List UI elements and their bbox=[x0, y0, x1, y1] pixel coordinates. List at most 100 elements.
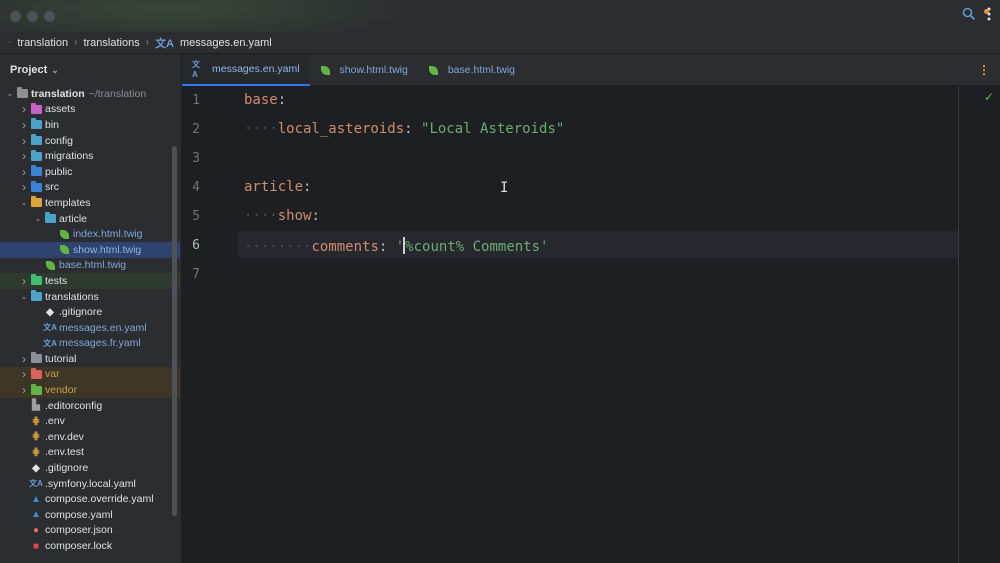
code-editor[interactable]: 1234567 base: ····local_asteroids: "Local… bbox=[182, 86, 1000, 563]
chevron-down-icon[interactable]: ⌄ bbox=[18, 292, 30, 301]
folder-icon bbox=[30, 196, 42, 208]
tree-item[interactable]: ⌄ article bbox=[0, 211, 180, 227]
project-view-selector[interactable]: Project ⌄ bbox=[0, 54, 181, 86]
tree-item[interactable]: show.html.twig bbox=[0, 241, 180, 258]
chevron-right-icon[interactable]: › bbox=[18, 118, 30, 132]
tree-item-label: assets bbox=[45, 103, 76, 116]
chevron-right-icon[interactable]: › bbox=[18, 149, 30, 163]
window-minimize-button[interactable] bbox=[27, 11, 38, 22]
chevron-right-icon[interactable]: › bbox=[18, 102, 30, 116]
chevron-down-icon[interactable]: ⌄ bbox=[18, 198, 30, 207]
gitignore-file-icon: ◆ bbox=[32, 462, 40, 474]
check-icon[interactable]: ✓ bbox=[984, 90, 994, 104]
tree-item[interactable]: › config bbox=[0, 133, 180, 149]
tree-item-label: messages.fr.yaml bbox=[59, 337, 141, 350]
tab-show-html-twig[interactable]: show.html.twig bbox=[310, 54, 418, 86]
breadcrumb-item-project[interactable]: translation bbox=[17, 37, 68, 49]
code-line[interactable]: ········comments: '%count% Comments' bbox=[244, 237, 548, 255]
tree-item[interactable]: base.html.twig bbox=[0, 258, 180, 274]
tree-item-label: messages.en.yaml bbox=[59, 321, 147, 334]
tree-item[interactable]: ▲ compose.override.yaml bbox=[0, 491, 180, 507]
tree-item[interactable]: 文A .symfony.local.yaml bbox=[0, 476, 180, 492]
tree-item[interactable]: › var bbox=[0, 366, 180, 383]
tree-item[interactable]: ▲ compose.yaml bbox=[0, 507, 180, 523]
tree-item[interactable]: ⋕ .env.test bbox=[0, 445, 180, 461]
breadcrumb-item-file[interactable]: messages.en.yaml bbox=[180, 37, 272, 49]
breadcrumb-item-folder[interactable]: translations bbox=[83, 37, 139, 49]
tree-item[interactable]: ⌄ translation ~/translation bbox=[0, 86, 180, 102]
tree-item[interactable]: › tutorial bbox=[0, 351, 180, 367]
window-close-button[interactable] bbox=[10, 11, 21, 22]
tree-item[interactable]: ■ composer.lock bbox=[0, 538, 180, 554]
search-icon[interactable] bbox=[962, 7, 976, 21]
yaml-colon: : bbox=[378, 239, 396, 255]
composer-file-icon: ● bbox=[32, 524, 40, 536]
tree-item[interactable]: ● composer.json bbox=[0, 523, 180, 539]
tree-item[interactable]: › tests bbox=[0, 273, 180, 289]
tab-base-html-twig[interactable]: base.html.twig bbox=[418, 54, 525, 86]
twig-file-icon bbox=[58, 229, 70, 239]
tree-item-label: public bbox=[45, 165, 73, 178]
chevron-right-icon[interactable]: › bbox=[18, 383, 30, 397]
indent-guide: ········ bbox=[244, 239, 312, 255]
lock-file-icon: ■ bbox=[32, 540, 40, 552]
tree-item[interactable]: index.html.twig bbox=[0, 226, 180, 242]
breadcrumb: · translation › translations › 文A messag… bbox=[0, 32, 1000, 54]
folder-icon bbox=[30, 102, 42, 114]
chevron-right-icon[interactable]: › bbox=[18, 165, 30, 179]
tree-item-label: translations bbox=[45, 290, 99, 303]
code-line[interactable]: ····local_asteroids: "Local Asteroids" bbox=[244, 121, 564, 137]
chevron-right-icon: › bbox=[145, 37, 150, 48]
tree-item[interactable]: ⋕ .env bbox=[0, 413, 180, 429]
tree-item[interactable]: › public bbox=[0, 164, 180, 180]
tree-item[interactable]: ◆ .gitignore bbox=[0, 304, 180, 320]
tree-item[interactable]: › assets bbox=[0, 102, 180, 118]
chevron-right-icon[interactable]: › bbox=[18, 134, 30, 148]
twig-file-icon bbox=[58, 245, 70, 255]
chevron-right-icon[interactable]: › bbox=[18, 180, 30, 194]
tab-label: messages.en.yaml bbox=[212, 63, 300, 75]
folder-icon bbox=[30, 367, 42, 379]
chevron-right-icon[interactable]: › bbox=[18, 274, 30, 288]
tab-messages-en-yaml[interactable]: 文A messages.en.yaml bbox=[182, 54, 310, 86]
window-maximize-button[interactable] bbox=[44, 11, 55, 22]
tree-item[interactable]: ◆ .gitignore bbox=[0, 460, 180, 476]
chevron-right-icon[interactable]: › bbox=[18, 367, 30, 381]
tree-item-label: compose.yaml bbox=[45, 508, 113, 521]
tree-item[interactable]: › src bbox=[0, 180, 180, 196]
folder-icon bbox=[30, 383, 42, 395]
twig-file-icon bbox=[44, 260, 56, 270]
folder-icon bbox=[30, 290, 42, 302]
code-line[interactable]: ····show: bbox=[244, 208, 320, 224]
tree-item[interactable]: › bin bbox=[0, 117, 180, 133]
chevron-down-icon[interactable]: ⌄ bbox=[32, 214, 44, 223]
tree-item-label: .gitignore bbox=[45, 462, 89, 475]
chevron-down-icon[interactable]: ⌄ bbox=[4, 89, 16, 98]
tree-item-label: .env.dev bbox=[45, 430, 84, 443]
tab-label: show.html.twig bbox=[339, 64, 408, 76]
tab-actions-icon[interactable]: ⋮ bbox=[978, 63, 990, 77]
tree-item-label: templates bbox=[45, 196, 91, 209]
tree-item-label: vendor bbox=[45, 384, 78, 397]
docker-file-icon: ▲ bbox=[31, 509, 41, 521]
tree-item[interactable]: 文A messages.fr.yaml bbox=[0, 336, 180, 352]
tree-item[interactable]: › vendor bbox=[0, 382, 180, 398]
code-line[interactable]: base: bbox=[244, 92, 286, 108]
breadcrumb-dot: · bbox=[8, 37, 12, 48]
module-folder-icon bbox=[16, 87, 28, 99]
tree-item[interactable]: ⌄ translations bbox=[0, 289, 180, 305]
tree-item-label: migrations bbox=[45, 150, 94, 163]
tree-item[interactable]: › migrations bbox=[0, 148, 180, 164]
chevron-right-icon[interactable]: › bbox=[18, 352, 30, 366]
folder-icon bbox=[30, 118, 42, 130]
tree-item[interactable]: 文A messages.en.yaml bbox=[0, 320, 180, 336]
chevron-right-icon: › bbox=[74, 37, 78, 48]
project-scrollbar[interactable] bbox=[172, 146, 177, 516]
tree-item[interactable]: ⋕ .env.dev bbox=[0, 429, 180, 445]
twig-file-icon bbox=[320, 65, 332, 75]
tree-item-label: tutorial bbox=[45, 352, 77, 365]
more-actions-icon[interactable] bbox=[984, 6, 992, 22]
code-line[interactable]: article: bbox=[244, 179, 311, 195]
tree-item[interactable]: ⌄ templates bbox=[0, 195, 180, 211]
tree-item[interactable]: ▙ .editorconfig bbox=[0, 398, 180, 414]
